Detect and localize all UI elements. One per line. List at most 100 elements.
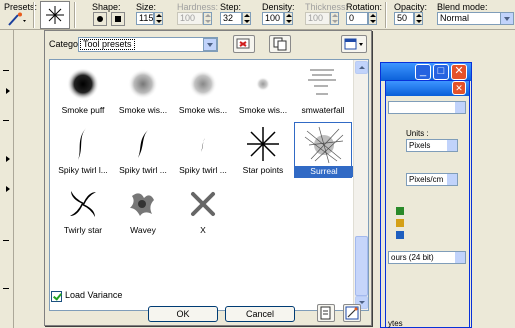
preset-item[interactable]: Spiky twirl l... [54, 122, 112, 178]
smwaterfall-brush-icon [308, 69, 336, 95]
units-label: Units : [406, 129, 429, 138]
expand-arrow-icon[interactable] [6, 88, 10, 94]
rotation-spinner[interactable] [368, 12, 377, 25]
color-swatch-icon [396, 231, 404, 239]
load-variance-checkbox[interactable] [51, 291, 62, 302]
preset-item[interactable]: Wavey [114, 182, 172, 238]
size-input[interactable]: 115 [136, 12, 154, 25]
thickness-spinner[interactable] [330, 12, 339, 25]
round-shape-button[interactable] [93, 12, 107, 26]
preset-grid-scrollbar[interactable] [353, 60, 368, 310]
star-points-brush-icon [247, 127, 279, 161]
preset-item[interactable]: X [174, 182, 232, 238]
close-icon[interactable]: ✕ [452, 81, 466, 95]
opacity-input[interactable]: 50 [394, 12, 414, 25]
preset-name: Spiky twirl ... [119, 165, 167, 175]
preset-item[interactable]: Smoke wis... [114, 62, 172, 118]
hardness-label: Hardness: [177, 2, 219, 12]
category-dropdown-arrow[interactable] [203, 38, 217, 51]
preset-item[interactable]: smwaterfall [294, 62, 352, 118]
scrollbar-thumb[interactable] [355, 236, 368, 296]
color-depth-select[interactable]: ours (24 bit) [388, 251, 466, 264]
hardness-input[interactable]: 100 [177, 12, 203, 25]
thickness-label: Thickness: [305, 2, 349, 12]
preset-name: Twirly star [63, 225, 103, 235]
rotation-label: Rotation: [346, 2, 383, 12]
new-image-dialog: ✕ Units : Pixels Pixels/cm ours (24 bit)… [385, 80, 470, 328]
preset-item[interactable]: Twirly star [54, 182, 112, 238]
preset-item[interactable]: Spiky twirl ... [174, 122, 232, 178]
save-preset-icon [345, 306, 359, 320]
preset-item-selected[interactable]: Surreal [294, 122, 353, 178]
delete-preset-icon [236, 38, 250, 49]
presets-button[interactable] [6, 12, 28, 27]
preset-name: Star points [242, 165, 284, 175]
blend-mode-label: Blend mode: [437, 2, 488, 12]
spiky-twirl-brush-icon [201, 138, 205, 152]
category-label: Catego [49, 39, 79, 49]
delete-preset-button[interactable] [233, 35, 255, 53]
brush-tip-selector[interactable] [40, 1, 70, 29]
save-preset-button[interactable] [343, 304, 361, 322]
background-window-titlebar: _ □ ✕ [381, 63, 471, 81]
close-icon[interactable]: ✕ [451, 64, 467, 80]
preset-name: X [200, 225, 206, 235]
opacity-label: Opacity: [394, 2, 428, 12]
step-input[interactable]: 32 [220, 12, 242, 25]
view-options-icon [344, 38, 363, 50]
expand-arrow-icon[interactable] [6, 156, 10, 162]
ok-button[interactable]: OK [148, 306, 218, 322]
density-spinner[interactable] [284, 12, 293, 25]
maximize-icon[interactable]: □ [433, 64, 449, 80]
brush-preset-icon [8, 12, 26, 26]
cancel-button[interactable]: Cancel [225, 306, 295, 322]
blend-mode-select[interactable]: Normal [437, 12, 505, 25]
category-value: Tool presets [80, 39, 135, 50]
preset-select[interactable] [388, 101, 466, 114]
hardness-spinner[interactable] [203, 12, 212, 25]
square-shape-icon [115, 16, 121, 22]
spiky-twirl-brush-icon [138, 130, 148, 158]
smoke-wisp-brush-icon [256, 77, 270, 91]
preset-name: Wavey [130, 225, 156, 235]
copy-preset-button[interactable] [269, 35, 291, 53]
blend-mode-dropdown-arrow[interactable] [500, 12, 514, 25]
preset-item[interactable]: Star points [234, 122, 292, 178]
rotation-input[interactable]: 0 [346, 12, 368, 25]
help-button[interactable] [317, 304, 335, 322]
tool-options-toolbar: Presets: Shape: Size: 115 Hardness: 100 … [0, 0, 515, 30]
preset-item[interactable]: Spiky twirl ... [114, 122, 172, 178]
preset-item[interactable]: Smoke puff [54, 62, 112, 118]
thickness-input[interactable]: 100 [305, 12, 330, 25]
scroll-up-arrow-icon[interactable] [355, 61, 368, 74]
spiky-twirl-brush-icon [78, 128, 86, 160]
size-label: Size: [136, 2, 157, 12]
left-tool-strip [0, 30, 14, 328]
units-select[interactable]: Pixels [406, 139, 458, 152]
preset-name: Spiky twirl l... [58, 165, 108, 175]
expand-arrow-icon[interactable] [6, 186, 10, 192]
step-spinner[interactable] [242, 12, 251, 25]
brush-presets-popup: Catego Tool presets Smoke puff Smoke wis… [44, 30, 372, 326]
view-options-button[interactable] [341, 35, 367, 53]
minimize-icon[interactable]: _ [415, 64, 431, 80]
smoke-wisp-brush-icon [189, 70, 217, 98]
preset-item[interactable]: Smoke wis... [174, 62, 232, 118]
load-variance-label: Load Variance [65, 290, 123, 300]
smoke-puff-brush-icon [67, 68, 99, 100]
opacity-spinner[interactable] [414, 12, 423, 25]
dialog-titlebar: ✕ [386, 81, 469, 96]
step-label: Step: [220, 2, 242, 12]
size-spinner[interactable] [154, 12, 163, 25]
category-select[interactable]: Tool presets [78, 37, 218, 52]
copy-icon [273, 37, 287, 51]
surreal-brush-icon [304, 126, 344, 164]
density-input[interactable]: 100 [262, 12, 284, 25]
document-help-icon [320, 306, 331, 320]
preset-item[interactable]: Smoke wis... [234, 62, 292, 118]
resolution-units-select[interactable]: Pixels/cm [406, 173, 458, 186]
square-shape-button[interactable] [111, 12, 125, 26]
x-brush-icon [191, 192, 215, 216]
color-swatch-icon [396, 207, 404, 215]
color-swatch-icon [396, 219, 404, 227]
